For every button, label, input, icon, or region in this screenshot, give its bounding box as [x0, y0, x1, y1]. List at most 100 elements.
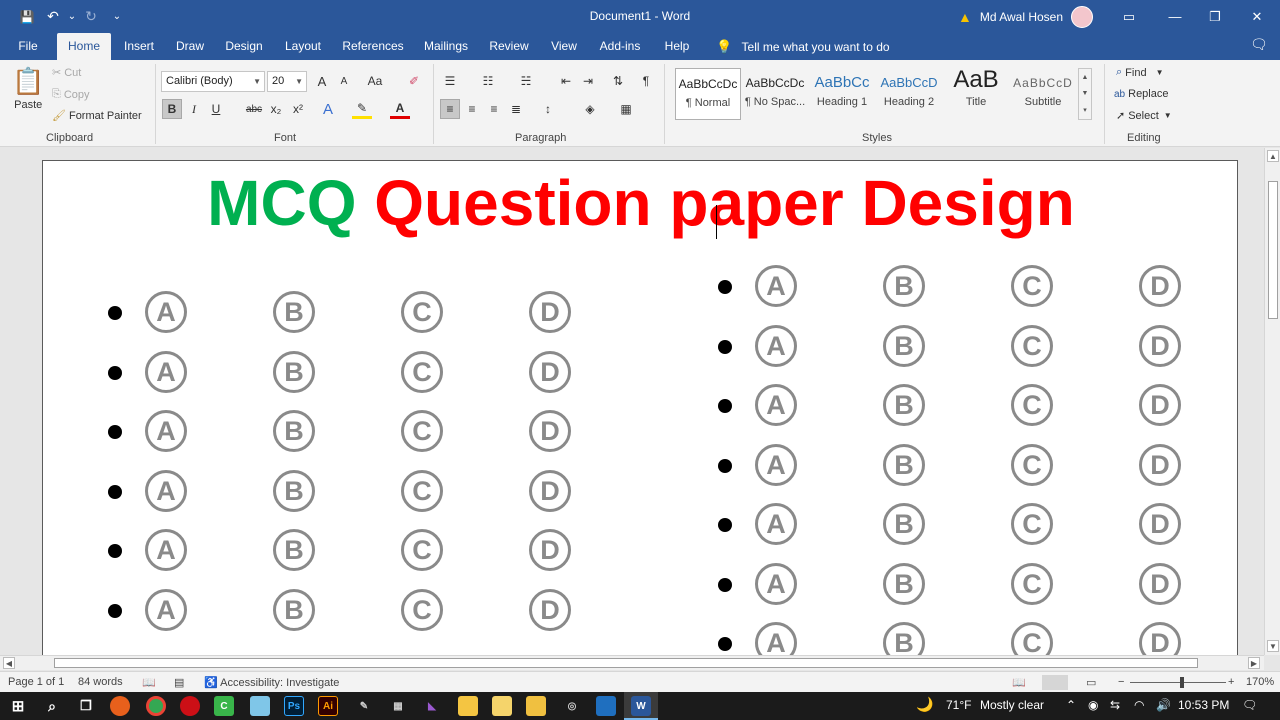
- answer-bubble-c[interactable]: C: [401, 350, 443, 393]
- cut-button[interactable]: ✂ Cut: [52, 66, 81, 80]
- zoom-slider[interactable]: [1130, 682, 1226, 683]
- answer-bubble-d[interactable]: D: [529, 588, 571, 631]
- scroll-left-icon[interactable]: ◀: [3, 657, 15, 669]
- wifi-icon[interactable]: ◠: [1134, 698, 1144, 712]
- multilevel-list-icon[interactable]: ☵: [516, 71, 536, 91]
- grow-font-button[interactable]: A: [312, 71, 332, 91]
- tab-add-ins[interactable]: Add-ins: [594, 33, 646, 60]
- page-count[interactable]: Page 1 of 1: [8, 676, 64, 688]
- paint-app-icon[interactable]: ✎: [354, 696, 374, 716]
- tab-layout[interactable]: Layout: [278, 33, 328, 60]
- answer-bubble-d[interactable]: D: [1139, 562, 1181, 605]
- answer-bubble-d[interactable]: D: [1139, 503, 1181, 545]
- superscript-button[interactable]: x²: [288, 99, 308, 119]
- answer-bubble-b[interactable]: B: [883, 562, 925, 605]
- warning-icon[interactable]: ▲: [958, 9, 972, 25]
- zoom-out-button[interactable]: −: [1118, 676, 1124, 688]
- windows-start-icon[interactable]: ⊞: [8, 696, 28, 716]
- answer-bubble-a[interactable]: A: [755, 443, 797, 486]
- chevron-down-icon[interactable]: ▼: [1082, 90, 1089, 97]
- photos-app-icon[interactable]: [492, 696, 512, 716]
- style-title[interactable]: AaB Title: [943, 68, 1009, 120]
- answer-bubble-c[interactable]: C: [1011, 443, 1053, 486]
- answer-bubble-d[interactable]: D: [1139, 265, 1181, 307]
- answer-bubble-a[interactable]: A: [755, 622, 797, 655]
- firefox-icon[interactable]: [110, 696, 130, 716]
- bullets-icon[interactable]: ☰: [440, 71, 460, 91]
- tab-mailings[interactable]: Mailings: [418, 33, 474, 60]
- more-styles-icon[interactable]: ▾: [1083, 106, 1087, 114]
- select-button[interactable]: ➚ Select ▼: [1116, 109, 1172, 123]
- sync-icon[interactable]: ⇆: [1110, 698, 1120, 712]
- show-formatting-icon[interactable]: ¶: [636, 71, 656, 91]
- numbering-icon[interactable]: ☷: [478, 71, 498, 91]
- weather-temp[interactable]: 71°F: [946, 698, 971, 712]
- shading-icon[interactable]: ◈: [580, 99, 600, 119]
- answer-bubble-c[interactable]: C: [1011, 503, 1053, 545]
- align-left-icon[interactable]: ≡: [440, 99, 460, 119]
- opera-icon[interactable]: [180, 696, 200, 716]
- file-explorer-icon[interactable]: [526, 696, 546, 716]
- answer-bubble-b[interactable]: B: [883, 324, 925, 367]
- answer-bubble-b[interactable]: B: [883, 265, 925, 307]
- answer-bubble-a[interactable]: A: [145, 291, 187, 333]
- format-painter-button[interactable]: 🖌 Format Painter: [52, 109, 142, 123]
- subscript-button[interactable]: x₂: [266, 99, 286, 119]
- underline-button[interactable]: U: [206, 99, 226, 119]
- style-heading-1[interactable]: AaBbCc Heading 1: [809, 68, 875, 120]
- highlight-button[interactable]: ✎: [352, 99, 372, 119]
- style-subtitle[interactable]: AaBbCcD Subtitle: [1010, 68, 1076, 120]
- font-color-button[interactable]: A: [390, 99, 410, 119]
- align-right-icon[interactable]: ≡: [484, 99, 504, 119]
- horizontal-scroll-thumb[interactable]: [54, 658, 1198, 668]
- tab-file[interactable]: File: [10, 33, 46, 60]
- search-icon[interactable]: ⌕: [42, 696, 62, 716]
- answer-bubble-b[interactable]: B: [273, 410, 315, 452]
- tab-review[interactable]: Review: [484, 33, 534, 60]
- accessibility-status[interactable]: ♿ Accessibility: Investigate: [204, 676, 339, 689]
- word-count[interactable]: 84 words: [78, 676, 123, 688]
- avatar[interactable]: [1071, 5, 1094, 28]
- answer-bubble-b[interactable]: B: [883, 443, 925, 486]
- document-canvas[interactable]: MCQ Question paper Design A B C D A B C D A B C D A B…: [0, 148, 1264, 655]
- macro-icon[interactable]: ▤: [174, 676, 184, 689]
- justify-icon[interactable]: ≣: [506, 99, 526, 119]
- answer-bubble-c[interactable]: C: [401, 410, 443, 452]
- text-effects-button[interactable]: A: [318, 99, 338, 119]
- italic-button[interactable]: I: [184, 99, 204, 119]
- horizontal-scrollbar[interactable]: ◀ ▶: [0, 655, 1264, 670]
- clear-formatting-icon[interactable]: ✐: [404, 71, 424, 91]
- sort-icon[interactable]: ⇅: [608, 71, 628, 91]
- document-page[interactable]: MCQ Question paper Design A B C D A B C D A B C D A B…: [42, 160, 1238, 655]
- style-no-spacing[interactable]: AaBbCcDc ¶ No Spac...: [742, 68, 808, 120]
- print-layout-icon[interactable]: [1042, 675, 1068, 690]
- network-status-icon[interactable]: ◉: [1088, 698, 1098, 712]
- word-app-icon[interactable]: W: [631, 696, 651, 716]
- vertical-scrollbar[interactable]: ▲ ▼: [1264, 148, 1280, 655]
- answer-bubble-a[interactable]: A: [755, 324, 797, 367]
- decrease-indent-icon[interactable]: ⇤: [556, 71, 576, 91]
- font-size-select[interactable]: 20 ▼: [267, 71, 307, 92]
- align-center-icon[interactable]: ≡: [462, 99, 482, 119]
- notes-app-icon[interactable]: [250, 696, 270, 716]
- proofing-icon[interactable]: 📖: [142, 676, 156, 689]
- tab-draw[interactable]: Draw: [170, 33, 210, 60]
- restore-button[interactable]: ❐: [1192, 0, 1238, 33]
- answer-bubble-c[interactable]: C: [1011, 622, 1053, 655]
- answer-bubble-d[interactable]: D: [529, 410, 571, 452]
- remote-desktop-icon[interactable]: [596, 696, 616, 716]
- calculator-icon[interactable]: ▦: [388, 696, 408, 716]
- answer-bubble-d[interactable]: D: [529, 291, 571, 333]
- answer-bubble-d[interactable]: D: [1139, 324, 1181, 367]
- tell-me-search[interactable]: 💡 Tell me what you want to do: [716, 33, 890, 60]
- ribbon-display-options-icon[interactable]: ▭: [1106, 0, 1152, 33]
- answer-bubble-a[interactable]: A: [145, 529, 187, 571]
- zoom-slider-thumb[interactable]: [1180, 677, 1184, 688]
- answer-bubble-a[interactable]: A: [755, 384, 797, 426]
- find-button[interactable]: ⌕ Find ▼: [1116, 66, 1164, 79]
- answer-bubble-c[interactable]: C: [1011, 265, 1053, 307]
- answer-bubble-c[interactable]: C: [401, 588, 443, 631]
- weather-icon[interactable]: 🌙: [916, 696, 933, 713]
- volume-icon[interactable]: 🔊: [1156, 698, 1171, 712]
- answer-bubble-d[interactable]: D: [529, 529, 571, 571]
